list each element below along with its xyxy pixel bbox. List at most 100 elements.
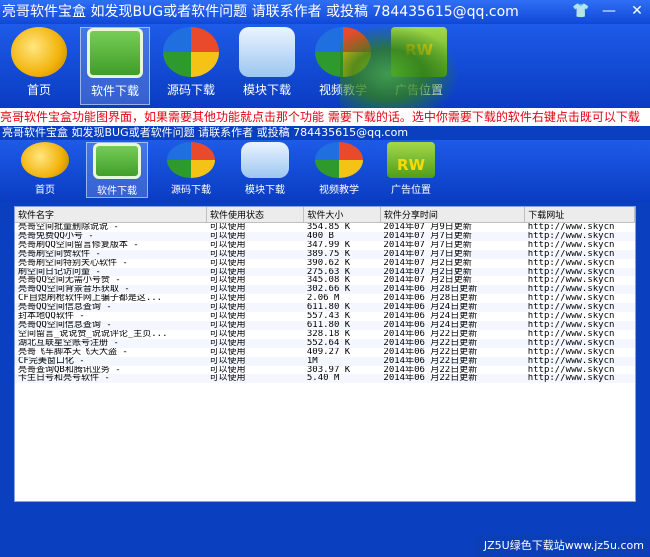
cell-name: 刷空间日记访问量 - [15, 267, 207, 277]
toolbar-software-download-button[interactable]: 软件下载 [80, 27, 150, 105]
cell-name: 亮哥飞车脚本天飞天大盗 - [18, 347, 128, 357]
column-header-status[interactable]: 软件使用状态 [206, 207, 305, 223]
minimize-button[interactable]: — [600, 2, 618, 20]
column-header-download-url[interactable]: 下载网址 [524, 207, 635, 223]
cell-name: 亮哥刷QQ空间留言修复版本 - [18, 240, 139, 250]
table-row[interactable]: 亮哥QQ空间信息查询 - 可以使用 611.80 K 2014年06 月24日更新 ht… [15, 320, 635, 330]
table-row[interactable]: 亮哥刷空间特别关心软件 - 可以使用 390.62 K 2014年07 月2日更新 ht… [15, 259, 635, 268]
table-row[interactable]: 亮哥刷QQ空间留言修复版本 - 可以使用 347.99 K 2014年07 月7日更新… [15, 241, 635, 250]
cell-download-url: http://www.skycn [524, 374, 635, 384]
cell-download-url: http://www.skycn [524, 320, 635, 330]
cell-download-url: http://www.skycn [527, 312, 615, 321]
inner-window-title: 亮哥软件宝盒 如发现BUG或者软件问题 请联系作者 或投稿 784435615@… [2, 126, 409, 139]
cell-share-time: 2014年06 月28日更新 [380, 285, 525, 295]
inner-toolbar-software-download-button[interactable]: 软件下载 [86, 142, 148, 198]
cell-download-url: http://www.skycn [524, 338, 635, 348]
close-button[interactable]: ✕ [628, 2, 646, 20]
cell-share-time: 2014年06 月22日更新 [383, 347, 478, 357]
cell-status: 可以使用 [209, 347, 246, 357]
cell-name: 亮哥免费QQ小号 - [15, 231, 207, 241]
inner-toolbar-home-button[interactable]: 首页 [14, 142, 76, 198]
cell-status: 可以使用 [206, 338, 304, 348]
main-toolbar: 首页 软件下载 源码下载 模块下载 视频教学 RW 广告位置 [0, 24, 650, 108]
column-header-size[interactable]: 软件大小 [303, 207, 381, 223]
cell-download-url: http://www.skycn [527, 294, 615, 304]
table-row[interactable]: 亮哥飞车脚本天飞天大盗 - 可以使用 409.27 K 2014年06 月22日更新 h… [15, 348, 635, 357]
cell-share-time: 2014年06 月28日更新 [383, 294, 478, 304]
cell-size: 303.97 K [306, 365, 351, 375]
table-row[interactable]: 亮哥查询QB和腾讯业务 - 可以使用 303.97 K 2014年06 月22日更新 h… [15, 366, 635, 375]
cell-share-time: 2014年06 月22日更新 [380, 338, 525, 348]
table-row[interactable]: CF自熄刷枪软件网上骗子都是这... 可以使用 2.06 M 2014年06 月28日… [15, 294, 635, 303]
table-row[interactable]: 亮哥QQ空间背景音乐获取 - 可以使用 302.66 K 2014年06 月28日更新… [15, 285, 635, 295]
cell-status: 可以使用 [206, 374, 304, 384]
table-row[interactable]: 亮哥QQ空间无需小号赞 - 可以使用 345.08 K 2014年07 月2日更新 ht… [15, 276, 635, 285]
table-row[interactable]: 亮哥刷空间赞软件 - 可以使用 389.75 K 2014年07 月7日更新 http:… [15, 249, 635, 259]
window-title: 亮哥软件宝盒 如发现BUG或者软件问题 请联系作者 或投稿 784435615@… [2, 4, 519, 20]
inner-software-download-label: 软件下载 [97, 186, 137, 197]
cell-size: 389.75 K [303, 249, 381, 259]
cell-size: 611.80 K [303, 320, 381, 330]
cell-status: 可以使用 [209, 312, 246, 321]
cell-share-time: 2014年06 月22日更新 [383, 329, 478, 339]
cell-status: 可以使用 [206, 320, 304, 330]
toolbar-software-download-label: 软件下载 [90, 84, 139, 98]
table-row[interactable]: CF完美窗口化 - 可以使用 1M 2014年06 月22日更新 http://www.… [15, 356, 635, 366]
cell-name: 亮哥刷空间特别关心软件 - [18, 258, 128, 268]
cell-status: 可以使用 [206, 231, 304, 241]
table-row[interactable]: 空间留言_说说赞_说说评论_主页... 可以使用 328.18 K 2014年06 月… [15, 330, 635, 339]
inner-video-tutorial-label: 视频教学 [319, 185, 359, 196]
table-row[interactable]: 亮哥QQ空间信息查询 - 可以使用 611.80 K 2014年06 月24日更新 ht… [15, 303, 635, 313]
inner-module-download-label: 模块下载 [245, 185, 285, 196]
cell-name: 亮哥查询QB和腾讯业务 - [18, 365, 121, 375]
column-header-share-time[interactable]: 软件分享时间 [380, 207, 526, 223]
cell-name: 封本地QQ软件 - [18, 312, 85, 321]
cell-share-time: 2014年07 月2日更新 [383, 258, 472, 268]
cell-download-url: http://www.skycn [527, 222, 615, 232]
table-row[interactable]: 封本地QQ软件 - 可以使用 557.43 K 2014年06 月24日更新 http:… [15, 312, 635, 321]
cell-size: 390.62 K [306, 258, 351, 268]
cell-size: 409.27 K [306, 347, 351, 357]
monitor-icon [239, 27, 295, 77]
cell-download-url: http://www.skycn [527, 240, 615, 250]
table-row[interactable]: 湖北互联星空账号注册 - 可以使用 552.64 K 2014年06 月22日更新 ht… [15, 338, 635, 348]
app-window: 亮哥软件宝盒 如发现BUG或者软件问题 请联系作者 或投稿 784435615@… [0, 0, 650, 557]
cell-status: 可以使用 [209, 329, 246, 339]
inner-toolbar-ad-button[interactable]: RW 广告位置 [380, 142, 442, 198]
cell-download-url: http://www.skycn [527, 365, 615, 375]
cell-status: 可以使用 [206, 303, 304, 313]
inner-toolbar-video-tutorial-button[interactable]: 视频教学 [308, 142, 370, 198]
cell-name: CF完美窗口化 - [15, 356, 207, 366]
cell-status: 可以使用 [209, 258, 246, 268]
cell-status: 可以使用 [209, 294, 246, 304]
toolbar-module-download-button[interactable]: 模块下载 [232, 27, 302, 105]
cell-status: 可以使用 [206, 356, 304, 366]
cell-size: 1M [303, 356, 381, 366]
cell-share-time: 2014年06 月24日更新 [383, 312, 478, 321]
cell-name: CF自熄刷枪软件网上骗子都是这... [18, 294, 163, 304]
table-row[interactable]: 刷空间日记访问量 - 可以使用 275.63 K 2014年07 月2日更新 http:… [15, 267, 635, 277]
toolbar-home-button[interactable]: 首页 [4, 27, 74, 105]
table-row[interactable]: 亮哥空间批量删除说说 - 可以使用 354.85 K 2014年07 月9日更新 htt… [15, 223, 635, 232]
cell-name: 亮哥刷空间赞软件 - [15, 249, 207, 259]
download-icon [93, 143, 141, 179]
cell-name: 亮哥QQ空间信息查询 - [15, 320, 207, 330]
cell-status: 可以使用 [209, 276, 246, 286]
cell-status: 可以使用 [206, 267, 304, 277]
column-header-name[interactable]: 软件名字 [15, 207, 207, 223]
inner-ad-label: 广告位置 [391, 185, 431, 196]
table-row[interactable]: 亮哥免费QQ小号 - 可以使用 400 B 2014年07 月7日更新 http://w… [15, 231, 635, 241]
cell-share-time: 2014年07 月7日更新 [383, 240, 472, 250]
inner-toolbar-source-download-button[interactable]: 源码下载 [160, 142, 222, 198]
table-row[interactable]: 卡生日号和亮号软件 - 可以使用 5.40 M 2014年06 月22日更新 http:… [15, 374, 635, 384]
cell-name: 卡生日号和亮号软件 - [15, 374, 207, 384]
cell-name: 湖北互联星空账号注册 - [15, 338, 207, 348]
skin-icon[interactable]: 👕 [572, 2, 590, 20]
bamboo-decoration [340, 24, 460, 108]
cell-size: 2.06 M [306, 294, 340, 304]
cell-download-url: http://www.skycn [524, 249, 635, 259]
cell-share-time: 2014年07 月2日更新 [380, 267, 525, 277]
toolbar-source-download-button[interactable]: 源码下载 [156, 27, 226, 105]
inner-toolbar-module-download-button[interactable]: 模块下载 [234, 142, 296, 198]
toolbar-home-label: 首页 [26, 83, 51, 97]
